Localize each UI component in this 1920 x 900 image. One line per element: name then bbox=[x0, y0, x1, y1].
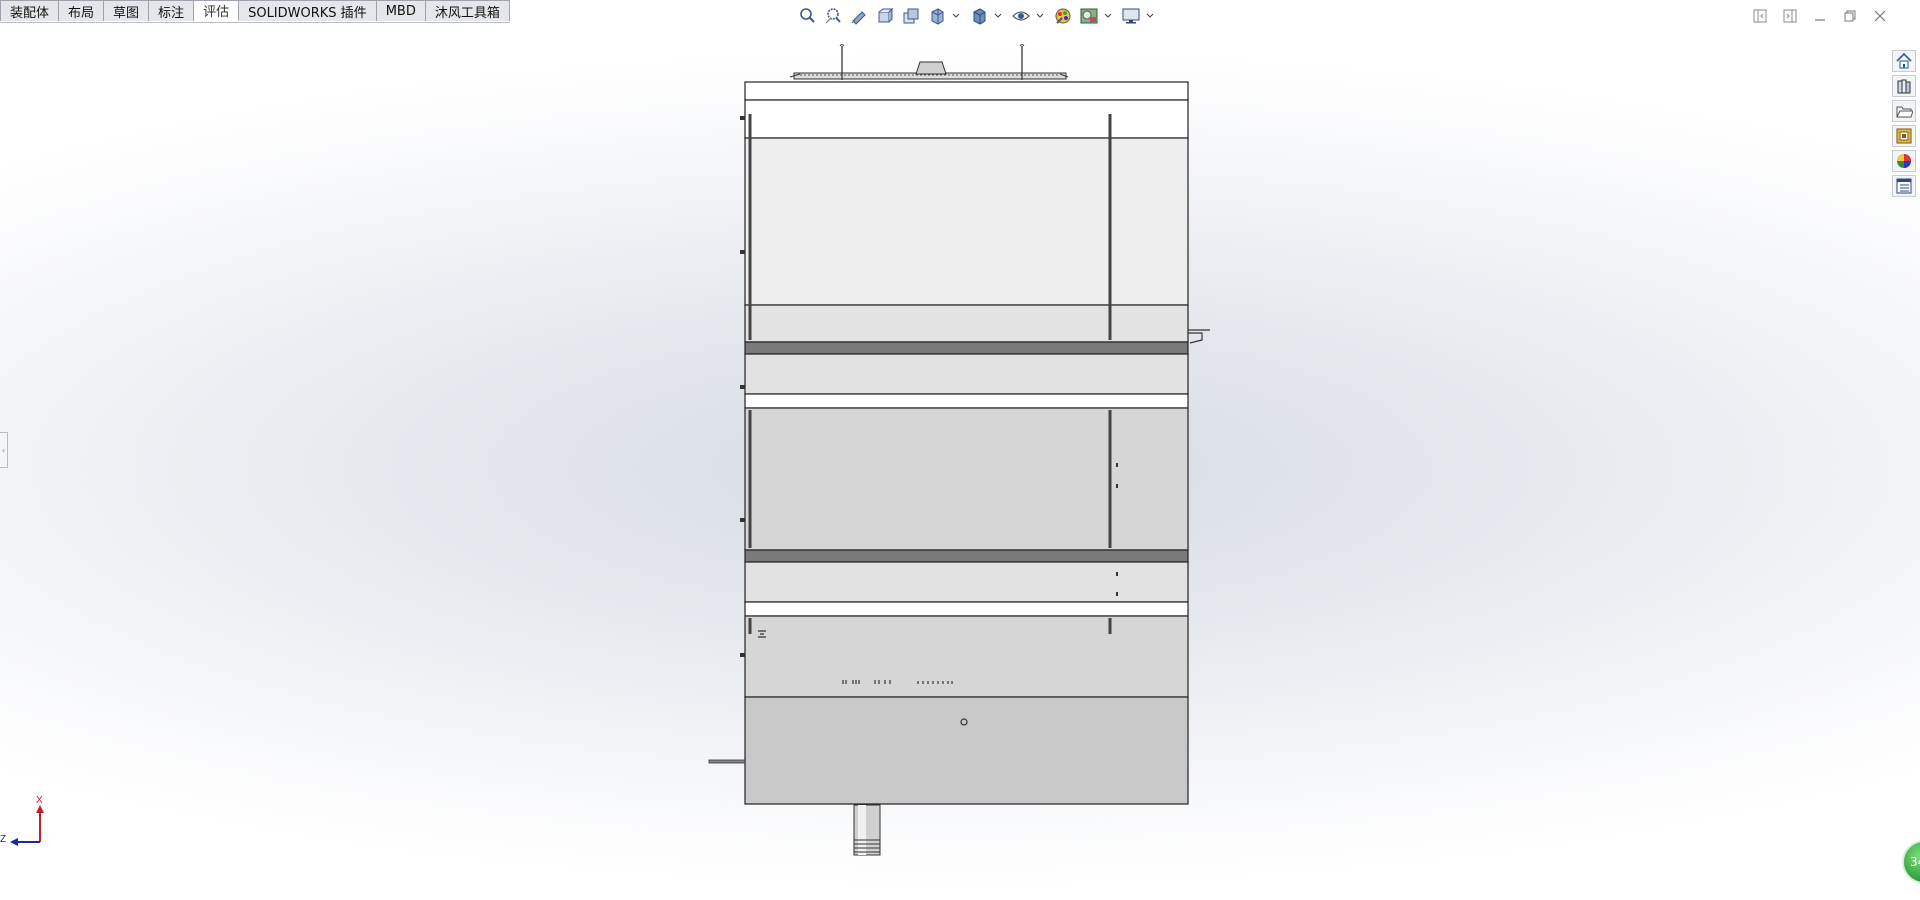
model-viewport[interactable] bbox=[0, 0, 1920, 900]
side-inlet-pipe bbox=[708, 759, 746, 764]
side-outlet-pipe bbox=[1188, 329, 1210, 344]
cabinet-body bbox=[744, 81, 1189, 805]
triad-z-label: Z bbox=[0, 834, 6, 845]
top-flange-detail bbox=[789, 44, 1069, 80]
reference-triad: X Z bbox=[0, 795, 60, 859]
bottom-drain-pipe bbox=[853, 804, 881, 856]
triad-x-label: X bbox=[36, 795, 43, 806]
